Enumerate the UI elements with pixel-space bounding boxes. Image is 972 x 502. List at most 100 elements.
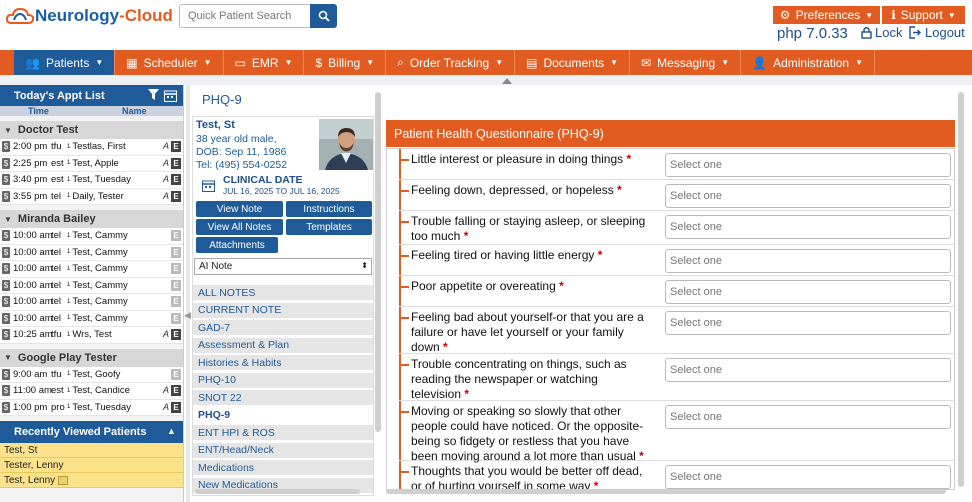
dollar-icon[interactable]: $ <box>2 385 10 397</box>
answer-select[interactable]: Select one <box>665 184 951 208</box>
middle-horizontal-scrollbar[interactable] <box>195 489 360 494</box>
recent-patient-item[interactable]: Test, St <box>0 443 183 458</box>
chevron-up-icon[interactable]: ▲ <box>167 426 176 436</box>
emr-note-icon[interactable]: E <box>171 190 181 202</box>
appointment-row[interactable]: $10:25 am tfu 1 Wrs, Test A E <box>0 327 183 344</box>
answer-select[interactable]: Select one <box>665 249 951 273</box>
templates-button[interactable]: Templates <box>286 219 372 235</box>
note-section-link[interactable]: Assessment & Plan <box>193 337 373 354</box>
alert-icon[interactable]: A <box>163 329 169 340</box>
preferences-button[interactable]: ⚙ Preferences ▼ <box>773 6 880 24</box>
dollar-icon[interactable]: $ <box>2 401 10 413</box>
answer-select[interactable]: Select one <box>665 465 951 489</box>
emr-note-icon[interactable]: E <box>171 279 181 291</box>
provider-group-header[interactable]: ▼ Doctor Test <box>0 121 183 139</box>
patient-name[interactable]: Test, St <box>196 119 235 131</box>
note-section-link[interactable]: GAD-7 <box>193 320 373 336</box>
appointment-row[interactable]: $10:00 am tel 1 Test, Cammy E <box>0 261 183 278</box>
dollar-icon[interactable]: $ <box>2 263 10 275</box>
support-button[interactable]: ℹ Support ▼ <box>882 6 965 24</box>
clinical-date[interactable]: CLINICAL DATE JUL 16, 2025 TO JUL 16, 20… <box>196 174 373 198</box>
emr-note-icon[interactable]: E <box>171 246 181 258</box>
appointment-row[interactable]: $10:00 am tel 1 Test, Cammy E <box>0 277 183 294</box>
provider-group-header[interactable]: ▼ Google Play Tester <box>0 348 183 367</box>
lock-button[interactable]: Lock <box>861 25 902 40</box>
note-section-link[interactable]: Medications <box>193 460 373 476</box>
nav-scheduler[interactable]: ▦ Scheduler ▼ <box>115 50 224 75</box>
dollar-icon[interactable]: $ <box>2 190 10 202</box>
answer-select[interactable]: Select one <box>665 311 951 335</box>
dollar-icon[interactable]: $ <box>2 312 10 324</box>
instructions-button[interactable]: Instructions <box>286 201 372 217</box>
recent-patient-item[interactable]: Tester, Lenny <box>0 458 183 473</box>
emr-note-icon[interactable]: E <box>171 174 181 185</box>
answer-select[interactable]: Select one <box>665 405 951 429</box>
note-section-link[interactable]: ENT/Head/Neck <box>193 442 373 459</box>
answer-select[interactable]: Select one <box>665 153 951 177</box>
view-all-notes-button[interactable]: View All Notes <box>196 219 283 235</box>
nav-order-tracking[interactable]: ⌕ Order Tracking ▼ <box>386 50 516 75</box>
dollar-icon[interactable]: $ <box>2 368 10 380</box>
appointment-row[interactable]: $10:00 am tel 1 Test, Cammy E <box>0 294 183 311</box>
note-type-select[interactable]: AI Note ⬍ <box>194 258 372 275</box>
note-section-link[interactable]: CURRENT NOTE <box>193 302 373 319</box>
note-section-link[interactable]: SNOT 22 <box>193 390 373 406</box>
appointment-row[interactable]: $3:55 pm tel 1 Daily, Tester A E <box>0 188 183 205</box>
appointment-row[interactable]: $10:00 am tel 1 Test, Cammy E <box>0 310 183 327</box>
nav-documents[interactable]: ▤ Documents ▼ <box>515 50 631 75</box>
appointment-row[interactable]: $10:00 am tel 1 Test, Cammy E <box>0 244 183 261</box>
dollar-icon[interactable]: $ <box>2 279 10 291</box>
appointment-row[interactable]: $9:00 am tfu 1 Test, Goofy E <box>0 366 183 383</box>
emr-note-icon[interactable]: E <box>171 141 181 152</box>
emr-note-icon[interactable]: E <box>171 312 181 324</box>
answer-select[interactable]: Select one <box>665 280 951 304</box>
recent-patient-item[interactable]: Test, Lenny <box>0 473 183 488</box>
emr-note-icon[interactable]: E <box>171 230 181 241</box>
note-section-link[interactable]: ENT HPI & ROS <box>193 425 373 441</box>
dollar-icon[interactable]: $ <box>2 296 10 308</box>
appointment-row[interactable]: $2:25 pm est 1 Test, Apple A E <box>0 155 183 172</box>
nav-patients[interactable]: 👥 Patients ▼ <box>14 50 116 75</box>
note-section-link[interactable]: Histories & Habits <box>193 355 373 371</box>
emr-note-icon[interactable]: E <box>171 296 181 307</box>
emr-note-icon[interactable]: E <box>171 263 181 274</box>
nav-messaging[interactable]: ✉ Messaging ▼ <box>630 50 742 75</box>
note-section-link[interactable]: ALL NOTES <box>193 285 373 301</box>
nav-billing[interactable]: $ Billing ▼ <box>304 50 387 75</box>
quick-patient-search-input[interactable] <box>179 4 310 28</box>
alert-icon[interactable]: A <box>163 191 169 202</box>
note-section-link[interactable]: PHQ-10 <box>193 372 373 389</box>
search-button[interactable] <box>310 4 337 28</box>
calendar-icon[interactable] <box>164 89 177 105</box>
answer-select[interactable]: Select one <box>665 358 951 382</box>
dollar-icon[interactable]: $ <box>2 246 10 258</box>
dollar-icon[interactable]: $ <box>2 157 10 169</box>
alert-icon[interactable]: A <box>163 402 169 413</box>
logo[interactable]: Neurology -Cloud <box>5 4 173 28</box>
emr-note-icon[interactable]: E <box>171 157 181 169</box>
emr-note-icon[interactable]: E <box>171 368 181 380</box>
recent-patients-header[interactable]: Recently Viewed Patients ▲ <box>0 421 183 443</box>
attachments-button[interactable]: Attachments <box>196 237 278 253</box>
appointment-row[interactable]: $1:00 pm pro 1 Test, Tuesday A E <box>0 399 183 416</box>
nav-administration[interactable]: 👤 Administration ▼ <box>741 50 876 75</box>
middle-scrollbar[interactable] <box>375 92 381 432</box>
alert-icon[interactable]: A <box>163 141 169 152</box>
right-horizontal-scrollbar[interactable] <box>386 489 946 494</box>
dollar-icon[interactable]: $ <box>2 329 10 341</box>
logout-button[interactable]: Logout <box>909 25 965 40</box>
collapse-sidebar-icon[interactable]: ◀ <box>184 310 192 326</box>
view-note-button[interactable]: View Note <box>196 201 283 217</box>
alert-icon[interactable]: A <box>163 385 169 396</box>
emr-note-icon[interactable]: E <box>171 329 181 340</box>
appointment-row[interactable]: $2:00 pm tfu 1 Testlas, First A E <box>0 139 183 156</box>
filter-icon[interactable] <box>148 89 159 104</box>
panel-divider[interactable] <box>186 85 190 502</box>
answer-select[interactable]: Select one <box>665 215 951 239</box>
appointment-row[interactable]: $11:00 am est 1 Test, Candice A E <box>0 383 183 400</box>
alert-icon[interactable]: A <box>163 158 169 169</box>
alert-icon[interactable]: A <box>163 174 169 185</box>
emr-note-icon[interactable]: E <box>171 385 181 396</box>
provider-group-header[interactable]: ▼ Miranda Bailey <box>0 210 183 228</box>
emr-note-icon[interactable]: E <box>171 401 181 413</box>
